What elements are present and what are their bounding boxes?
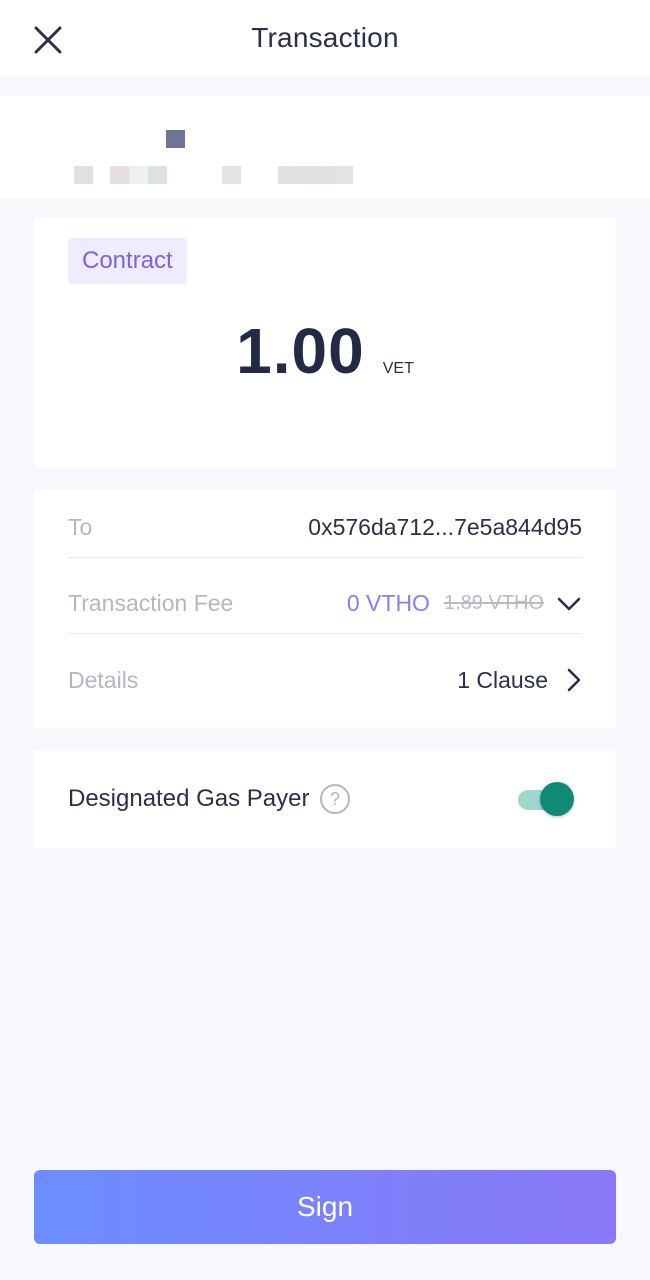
close-button[interactable]: [22, 14, 74, 66]
to-label: To: [68, 514, 93, 540]
page-title: Transaction: [251, 22, 399, 53]
to-address: 0x576da712...7e5a844d95: [308, 514, 582, 540]
question-circle-icon: ?: [320, 784, 351, 814]
redacted-block: [129, 166, 148, 184]
account-info-redacted: [0, 96, 650, 198]
redacted-block: [222, 166, 241, 184]
amount-unit: VET: [382, 360, 414, 377]
gas-payer-card: Designated Gas Payer ?: [34, 750, 616, 848]
chevron-right-icon: [567, 668, 581, 692]
redacted-block: [148, 166, 167, 184]
redacted-block: [74, 166, 93, 184]
clause-count: 1 Clause: [457, 666, 548, 693]
details-open-button[interactable]: [566, 667, 582, 693]
to-row: To 0x576da712...7e5a844d95: [68, 498, 582, 558]
svg-text:?: ?: [330, 789, 340, 809]
details-label: Details: [68, 666, 139, 693]
header-bar: Transaction: [0, 0, 650, 76]
help-button[interactable]: ?: [319, 783, 351, 815]
gas-payer-toggle[interactable]: [518, 782, 574, 816]
details-card: To 0x576da712...7e5a844d95 Transaction F…: [34, 490, 616, 728]
toggle-knob: [540, 782, 574, 816]
sign-button[interactable]: Sign: [34, 1170, 616, 1244]
fee-row[interactable]: Transaction Fee 0 VTHO 1.89 VTHO: [68, 574, 582, 634]
fee-label: Transaction Fee: [68, 590, 234, 616]
redacted-block: [110, 166, 129, 184]
redacted-block: [316, 166, 335, 184]
redacted-block: [335, 166, 353, 184]
transaction-screen: Transaction Contract 1.00 VET To 0x576da…: [0, 0, 650, 1280]
details-value-group: 1 Clause: [457, 667, 582, 694]
fee-original-value: 1.89 VTHO: [443, 592, 544, 614]
redacted-block: [297, 166, 316, 184]
amount-value: 1.00: [236, 315, 365, 387]
chevron-down-icon: [557, 597, 581, 610]
close-icon: [34, 26, 62, 54]
fee-value: 0 VTHO: [346, 590, 430, 616]
amount-display: 1.00 VET: [34, 314, 616, 388]
gas-payer-label-group: Designated Gas Payer ?: [68, 750, 351, 848]
fee-expand-button[interactable]: [556, 595, 582, 613]
gas-payer-label: Designated Gas Payer: [68, 785, 310, 812]
details-row[interactable]: Details 1 Clause: [68, 650, 582, 710]
fee-value-group: 0 VTHO 1.89 VTHO: [347, 590, 582, 617]
contract-badge: Contract: [68, 238, 187, 284]
redacted-block: [166, 130, 185, 148]
amount-card: Contract 1.00 VET: [34, 218, 616, 468]
redacted-block: [278, 166, 297, 184]
